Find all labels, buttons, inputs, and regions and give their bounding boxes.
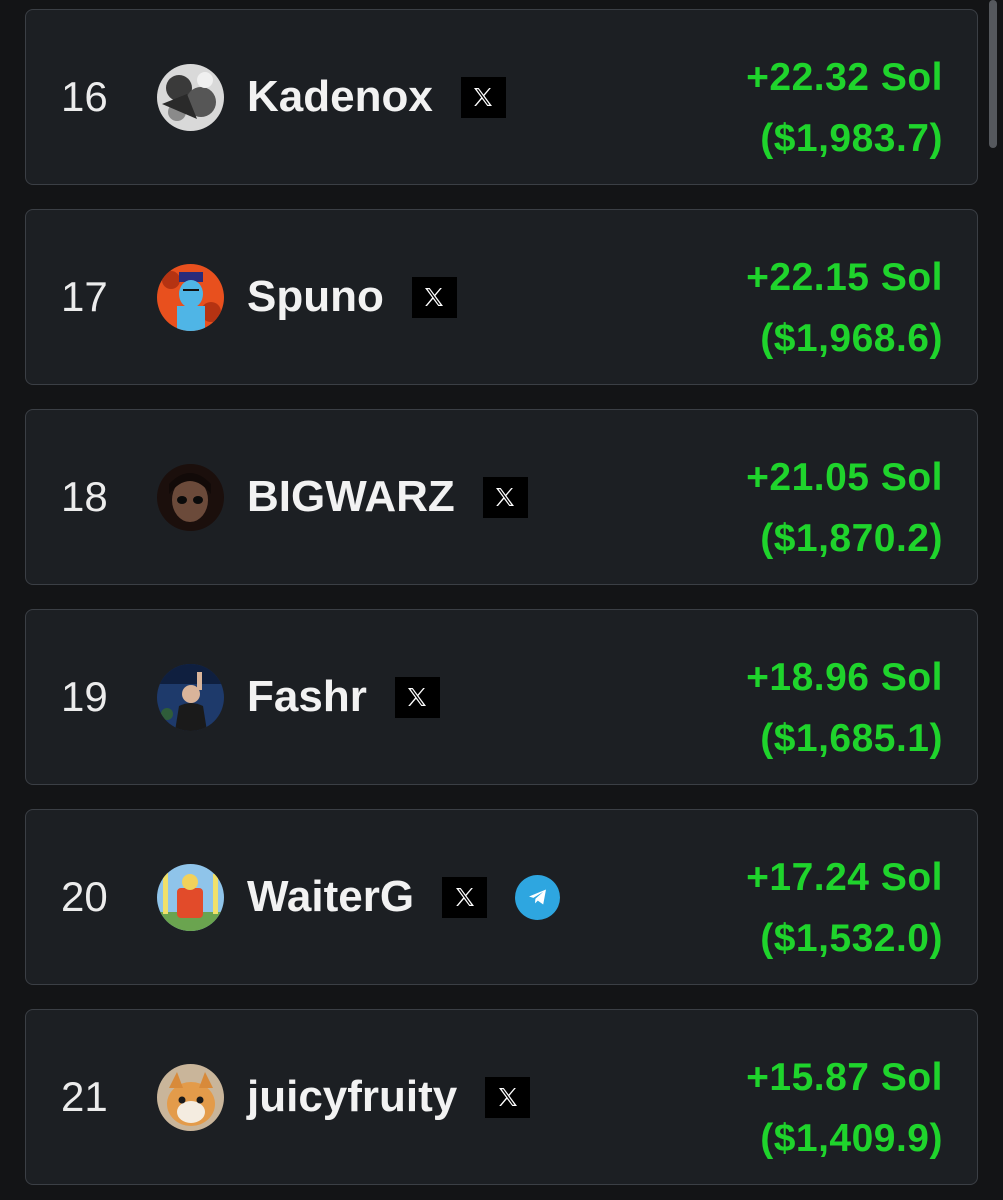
trader-identity: Fashr: [157, 610, 440, 784]
profit-sol: +22.32 Sol: [746, 56, 943, 99]
profit-sol: +22.15 Sol: [746, 256, 943, 299]
profit-sol: +21.05 Sol: [746, 456, 943, 499]
avatar[interactable]: [157, 663, 224, 731]
profit-usd: ($1,685.1): [760, 717, 943, 760]
rank-number: 18: [61, 473, 108, 520]
rank-number: 17: [61, 273, 108, 320]
profit-sol: +17.24 Sol: [746, 856, 943, 899]
profit-amounts: +21.05 Sol ($1,870.2): [746, 447, 943, 569]
profit-sol: +18.96 Sol: [746, 656, 943, 699]
x-icon[interactable]: [442, 876, 488, 918]
trader-name[interactable]: juicyfruity: [247, 1072, 457, 1122]
profit-usd: ($1,870.2): [760, 517, 943, 560]
scrollbar-thumb[interactable]: [989, 0, 997, 148]
profit-amounts: +22.32 Sol ($1,983.7): [746, 47, 943, 169]
leaderboard-row[interactable]: 19 Fashr +18.96 Sol ($1,685.1): [25, 609, 978, 785]
trader-name[interactable]: WaiterG: [247, 872, 414, 922]
profit-usd: ($1,983.7): [760, 117, 943, 160]
trader-name[interactable]: Kadenox: [247, 72, 433, 122]
trader-name[interactable]: BIGWARZ: [247, 472, 455, 522]
x-icon[interactable]: [482, 476, 528, 518]
trader-identity: Spuno: [157, 210, 457, 384]
profit-amounts: +18.96 Sol ($1,685.1): [746, 647, 943, 769]
leaderboard-row[interactable]: 17 Spuno +22.15 Sol ($1,968.6): [25, 209, 978, 385]
profit-usd: ($1,409.9): [760, 1117, 943, 1160]
avatar[interactable]: [157, 863, 224, 931]
profit-amounts: +15.87 Sol ($1,409.9): [746, 1047, 943, 1169]
profit-amounts: +17.24 Sol ($1,532.0): [746, 847, 943, 969]
leaderboard-row[interactable]: 21 juicyfruity +15.87 Sol ($1,409.9): [25, 1009, 978, 1185]
telegram-icon[interactable]: [515, 874, 561, 920]
trader-identity: Kadenox: [157, 10, 506, 184]
x-icon[interactable]: [485, 1076, 531, 1118]
x-icon[interactable]: [460, 76, 506, 118]
leaderboard-page: 16 Kadenox +22.32 Sol ($1,983.7) 17 Spun…: [0, 0, 1003, 1200]
leaderboard-row[interactable]: 20 WaiterG +17.24 Sol ($1,532.0): [25, 809, 978, 985]
trader-identity: BIGWARZ: [157, 410, 528, 584]
leaderboard-list: 16 Kadenox +22.32 Sol ($1,983.7) 17 Spun…: [25, 9, 978, 1200]
avatar[interactable]: [157, 63, 224, 131]
profit-usd: ($1,532.0): [760, 917, 943, 960]
leaderboard-row[interactable]: 16 Kadenox +22.32 Sol ($1,983.7): [25, 9, 978, 185]
x-icon[interactable]: [411, 276, 457, 318]
trader-name[interactable]: Spuno: [247, 272, 384, 322]
profit-usd: ($1,968.6): [760, 317, 943, 360]
rank-number: 20: [61, 873, 108, 920]
profit-amounts: +22.15 Sol ($1,968.6): [746, 247, 943, 369]
avatar[interactable]: [157, 463, 224, 531]
leaderboard-row[interactable]: 18 BIGWARZ +21.05 Sol ($1,870.2): [25, 409, 978, 585]
profit-sol: +15.87 Sol: [746, 1056, 943, 1099]
trader-identity: WaiterG: [157, 810, 561, 984]
rank-number: 21: [61, 1073, 108, 1120]
trader-identity: juicyfruity: [157, 1010, 531, 1184]
trader-name[interactable]: Fashr: [247, 672, 367, 722]
avatar[interactable]: [157, 1063, 224, 1131]
rank-number: 19: [61, 673, 108, 720]
x-icon[interactable]: [394, 676, 440, 718]
avatar[interactable]: [157, 263, 224, 331]
rank-number: 16: [61, 73, 108, 120]
